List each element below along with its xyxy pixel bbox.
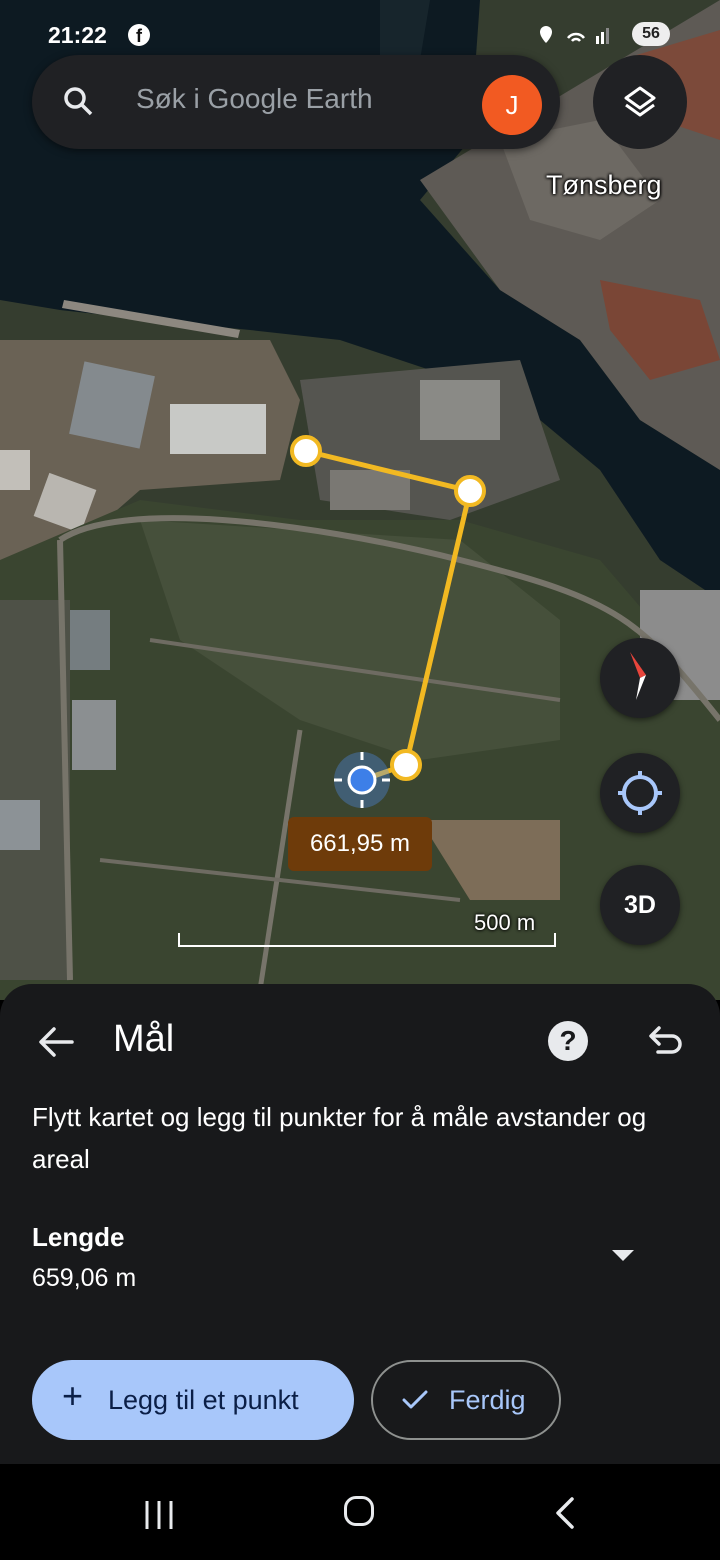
crosshair-icon xyxy=(618,771,662,815)
compass-icon xyxy=(630,652,646,700)
checkmark-icon xyxy=(401,1388,429,1417)
undo-icon[interactable] xyxy=(646,1022,682,1063)
layers-button[interactable] xyxy=(593,55,687,149)
status-time: 21:22 xyxy=(48,22,107,48)
length-value: 659,06 m xyxy=(32,1264,137,1292)
battery-indicator: 56 xyxy=(632,22,670,46)
system-nav-bar xyxy=(0,1464,720,1560)
satellite-map[interactable]: 21:22 f 56 Søk i Google Earth J Tønsberg xyxy=(0,0,720,1000)
status-bar: 21:22 f 56 xyxy=(0,16,720,56)
recent-apps-icon[interactable] xyxy=(143,1498,177,1537)
distance-tooltip: 661,95 m xyxy=(288,817,432,871)
scale-label: 500 m xyxy=(474,910,536,935)
3d-toggle-button[interactable]: 3D xyxy=(600,865,680,945)
length-label: Lengde xyxy=(32,1222,125,1252)
place-label: Tønsberg xyxy=(546,170,662,200)
plus-icon: + xyxy=(62,1375,84,1416)
add-point-label: Legg til et punkt xyxy=(108,1385,299,1415)
nav-back-icon[interactable] xyxy=(552,1496,576,1535)
measure-sheet: Mål ? Flytt kartet og legg til punkter f… xyxy=(0,984,720,1464)
sheet-title: Mål xyxy=(113,1018,175,1060)
search-icon xyxy=(62,85,94,122)
facebook-icon: f xyxy=(128,24,150,46)
done-label: Ferdig xyxy=(449,1385,526,1415)
avatar[interactable]: J xyxy=(482,75,542,135)
help-icon[interactable]: ? xyxy=(548,1021,588,1061)
location-wifi-signal-icon xyxy=(540,26,609,44)
done-button[interactable]: Ferdig xyxy=(371,1360,561,1440)
search-bar[interactable]: Søk i Google Earth J xyxy=(32,55,560,149)
search-input[interactable]: Søk i Google Earth xyxy=(136,83,373,115)
layers-icon xyxy=(624,86,656,117)
home-icon[interactable] xyxy=(344,1496,374,1526)
dropdown-arrow-icon[interactable] xyxy=(612,1250,634,1261)
status-icons xyxy=(538,24,618,51)
my-location-button[interactable] xyxy=(600,753,680,833)
compass-button[interactable] xyxy=(600,638,680,718)
add-point-button[interactable]: + Legg til et punkt xyxy=(32,1360,354,1440)
back-arrow-icon[interactable] xyxy=(38,1024,74,1065)
instructions-text: Flytt kartet og legg til punkter for å m… xyxy=(32,1102,647,1174)
